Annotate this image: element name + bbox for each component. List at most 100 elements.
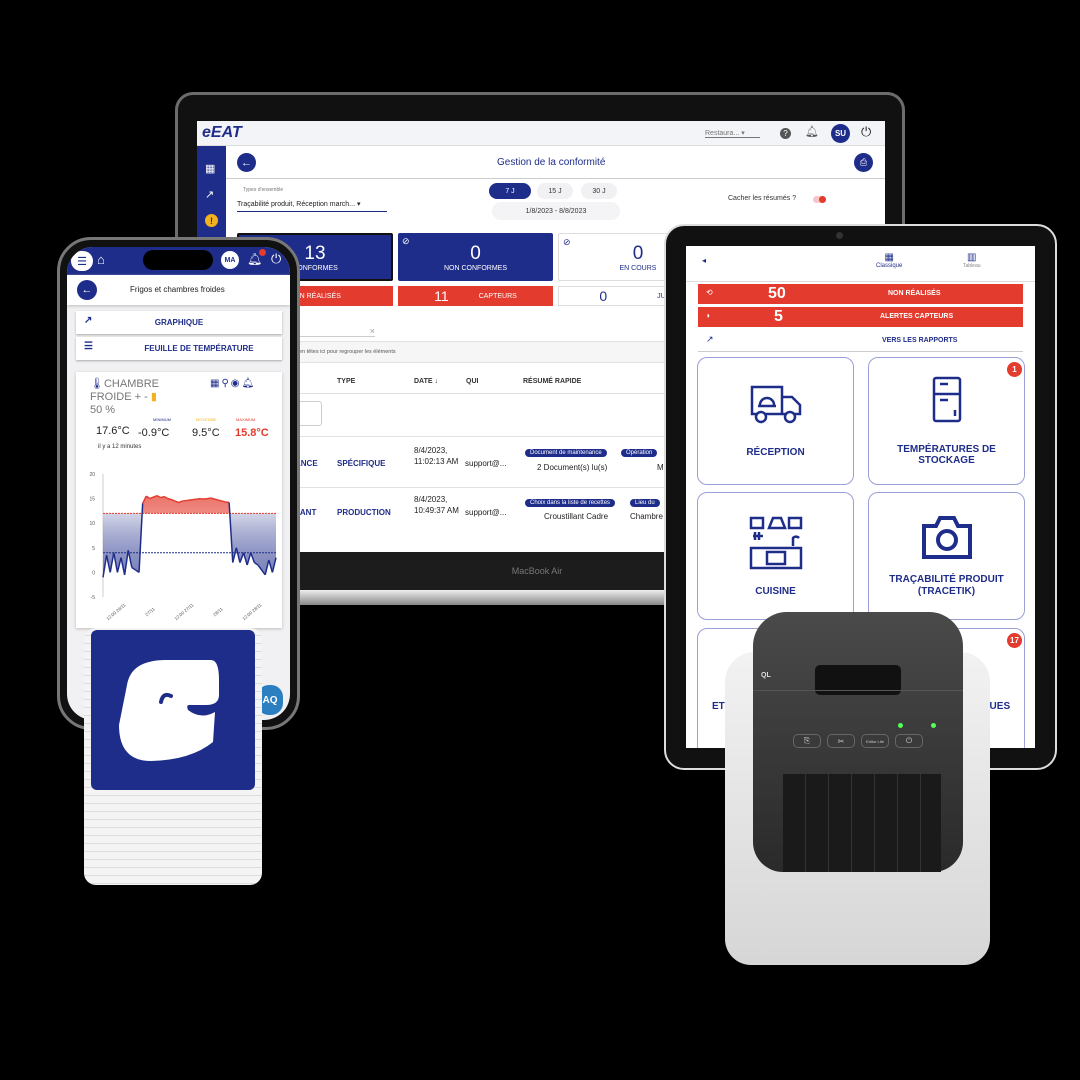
period-30j[interactable]: 30 J (581, 183, 617, 199)
non-realises-bar[interactable]: ⟲ 50 NON RÉALISÉS (698, 284, 1023, 304)
period-7j[interactable]: 7 J (489, 183, 531, 199)
sensor-alerts-bar[interactable]: ◗ 5 ALERTES CAPTEURS (698, 307, 1023, 327)
view-classic-label: Classique (876, 263, 903, 269)
bell-icon[interactable]: 🔔︎ (242, 378, 257, 389)
avg-temp: 9.5°C (192, 427, 220, 439)
summary-chip: Document de maintenance (525, 449, 607, 457)
sensor-name: 🌡︎CHAMBRE FROIDE + - ▮ 50 % (90, 378, 170, 417)
stat-card-non-conformes[interactable]: ⊘ 0 NON CONFORMES (398, 233, 553, 281)
graph-button-label: GRAPHIQUE (154, 318, 204, 327)
help-icon[interactable]: ? (780, 128, 791, 139)
sensor-actions: ▦⚲◉🔔︎ (210, 378, 256, 389)
warning-icon[interactable]: ! (205, 214, 218, 227)
back-icon[interactable]: ◂ (702, 256, 706, 265)
reports-link[interactable]: ↗ VERS LES RAPPORTS (698, 330, 1023, 352)
phone-top-bar: ☰ ⌂ MA 🔔︎ ⏻ (67, 247, 290, 275)
bar-label: ALERTES CAPTEURS (880, 313, 954, 320)
alert-value: 0 (599, 288, 608, 304)
summary-value: M (657, 463, 664, 472)
types-label: Types d'ensemble (243, 187, 284, 193)
kitchen-icon (749, 516, 802, 569)
y-tick-label: 10 (89, 521, 95, 527)
alert-value: 11 (434, 288, 449, 304)
tile-product-traceability[interactable]: TRAÇABILITÉ PRODUIT (TRACETIK) (868, 492, 1025, 620)
summary-value: Croustillant Cadre (544, 512, 609, 521)
label-output (783, 774, 941, 872)
y-tick-label: 20 (89, 472, 95, 478)
column-date[interactable]: DATE ↓ (414, 378, 438, 385)
laptop-chin: MacBook Air (300, 552, 664, 590)
bar-value: 50 (768, 285, 786, 302)
tile-label: RÉCEPTION (746, 446, 805, 458)
power-icon[interactable]: ⏻ (861, 124, 871, 140)
back-button[interactable]: ← (237, 153, 256, 172)
min-label: MINIMUM (153, 417, 171, 422)
temperature-sheet-button[interactable]: ☰ FEUILLE DE TEMPÉRATURE (76, 337, 282, 360)
row-date: 8/4/2023, 11:02:13 AM (414, 446, 459, 466)
x-tick-label: 28/11 (212, 606, 224, 617)
tile-reception[interactable]: RÉCEPTION (697, 357, 854, 485)
series-segment (160, 495, 165, 499)
y-tick-label: 0 (92, 570, 95, 576)
home-icon[interactable]: ⌂ (97, 252, 105, 267)
feed-button[interactable]: ⎘ (793, 734, 821, 748)
trend-icon: ↗ (706, 334, 714, 344)
search-clear-icon[interactable]: × (297, 326, 375, 337)
calendar-icon[interactable]: ▦ (210, 378, 221, 389)
x-tick-label: 12:00 26/11 (105, 602, 127, 621)
row-type: SPÉCIFIQUE (337, 459, 386, 468)
column-type[interactable]: TYPE (337, 378, 355, 385)
hide-summaries-toggle[interactable] (813, 196, 826, 203)
power-button[interactable]: ⏻ (895, 734, 923, 748)
apps-icon[interactable]: ▦ (205, 162, 215, 175)
bell-icon[interactable]: 🔔︎ (805, 125, 819, 138)
avatar[interactable]: MA (221, 251, 239, 269)
graph-button[interactable]: ↗ GRAPHIQUE (76, 311, 282, 334)
types-select[interactable]: Traçabilité produit, Réception march... … (237, 200, 387, 212)
temperature-chart[interactable]: 20 15 10 5 0 -5 12:00 26/11 27/11 12:00 27/11 28/… (76, 462, 282, 628)
min-temp: -0.9°C (138, 427, 170, 439)
divider (226, 178, 885, 179)
alert-label: CAPTEURS (478, 292, 517, 300)
cut-button[interactable]: ✂ (827, 734, 855, 748)
tile-storage-temperatures[interactable]: 1 TEMPÉRATURES DE STOCKAGE (868, 357, 1025, 485)
editor-lite-button[interactable]: Editor Lite (861, 734, 889, 748)
max-temp: 15.8°C (235, 427, 269, 439)
avg-label: MOYENNE (196, 417, 217, 422)
device-label: MacBook Air (511, 566, 563, 576)
settings-icon[interactable]: ◉ (231, 378, 242, 389)
dynamic-island (143, 250, 213, 270)
tile-badge: 17 (1007, 633, 1022, 648)
list-icon: ☰ (84, 341, 93, 352)
power-icon[interactable]: ⏻ (271, 251, 281, 267)
back-button[interactable]: ← (77, 280, 97, 300)
column-qui[interactable]: QUI (466, 378, 478, 385)
view-table-tab[interactable]: ▥ Tableau (963, 252, 981, 269)
bar-value: 5 (774, 308, 783, 325)
bar-label: NON RÉALISÉS (888, 290, 941, 297)
column-resume[interactable]: RÉSUMÉ RAPIDE (523, 378, 581, 385)
summary-chip: Opération (621, 449, 658, 457)
series-segment (167, 497, 172, 501)
row-who: support@... (465, 459, 507, 468)
thermometer-icon: 🌡︎ (90, 378, 104, 390)
restaurant-select[interactable]: Restaura... ▾ (705, 129, 760, 138)
sync-icon: ⟲ (706, 288, 713, 297)
sensor-card[interactable]: 🌡︎CHAMBRE FROIDE + - ▮ 50 % ▦⚲◉🔔︎ 17.6°C … (76, 372, 282, 628)
restaurant-select-value: Restaura... (705, 130, 740, 137)
date-range[interactable]: 1/8/2023 - 8/8/2023 (492, 202, 620, 220)
view-classic-tab[interactable]: ▦ Classique (876, 252, 902, 269)
search-icon[interactable]: ⚲ (221, 378, 230, 389)
columns-icon: ▥ (967, 252, 977, 263)
stat-label: EN COURS (619, 264, 657, 272)
x-tick-label: 12:00 28/11 (241, 602, 263, 621)
alert-capteurs[interactable]: 11 CAPTEURS (398, 286, 553, 306)
menu-icon[interactable]: ☰ (71, 251, 93, 271)
tile-kitchen[interactable]: CUISINE (697, 492, 854, 620)
avatar[interactable]: SU (831, 124, 850, 143)
status-led (898, 723, 903, 728)
period-15j[interactable]: 15 J (537, 183, 573, 199)
trend-icon[interactable]: ↗ (205, 188, 214, 201)
x-tick-label: 27/11 (144, 606, 156, 617)
export-icon[interactable]: ⎙ (854, 153, 873, 172)
